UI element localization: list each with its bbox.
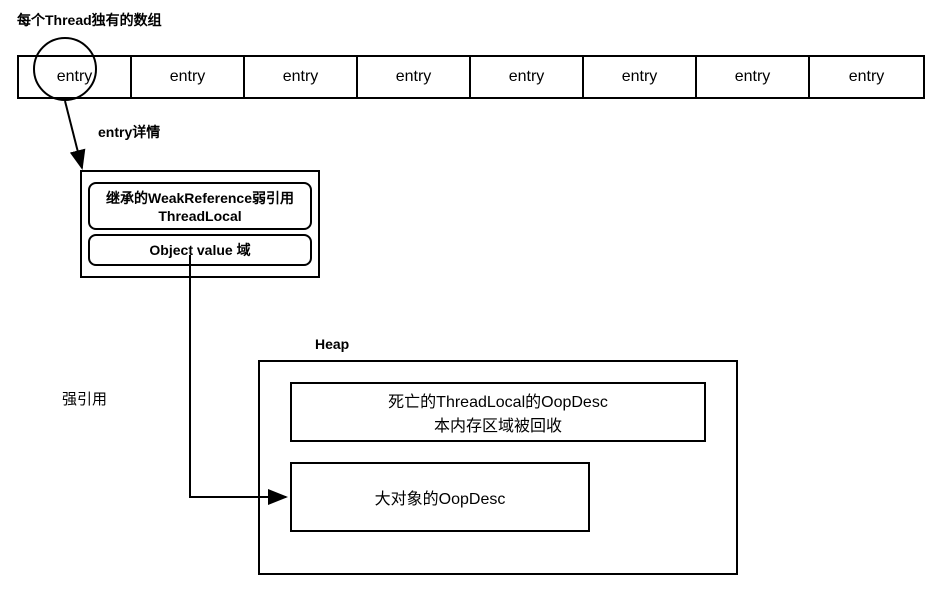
entry-field-value: Object value 域 — [88, 234, 312, 266]
entry-highlight-circle — [33, 37, 97, 101]
array-cell: entry — [245, 57, 358, 97]
entry-field-weakref: 继承的WeakReference弱引用 ThreadLocal — [88, 182, 312, 230]
entry-field-line2: ThreadLocal — [98, 208, 302, 224]
entry-detail-label: entry详情 — [98, 122, 160, 142]
arrow-entry-to-detail — [65, 101, 82, 168]
strong-ref-label: 强引用 — [62, 388, 107, 409]
heap-dead-line2: 本内存区域被回收 — [434, 412, 562, 436]
thread-array: entry entry entry entry entry entry entr… — [17, 55, 925, 99]
array-cell: entry — [132, 57, 245, 97]
array-cell: entry — [358, 57, 471, 97]
heap-dead-threadlocal: 死亡的ThreadLocal的OopDesc 本内存区域被回收 — [290, 382, 706, 442]
diagram-title: 每个Thread独有的数组 — [17, 10, 162, 30]
array-cell: entry — [471, 57, 584, 97]
heap-box: 死亡的ThreadLocal的OopDesc 本内存区域被回收 大对象的OopD… — [258, 360, 738, 575]
heap-label: Heap — [315, 336, 349, 352]
heap-big-object: 大对象的OopDesc — [290, 462, 590, 532]
array-cell: entry — [584, 57, 697, 97]
heap-dead-line1: 死亡的ThreadLocal的OopDesc — [388, 388, 608, 412]
entry-field-line1: 继承的WeakReference弱引用 — [98, 188, 302, 208]
entry-detail-box: 继承的WeakReference弱引用 ThreadLocal Object v… — [80, 170, 320, 278]
array-cell: entry — [697, 57, 810, 97]
array-cell: entry — [810, 57, 923, 97]
